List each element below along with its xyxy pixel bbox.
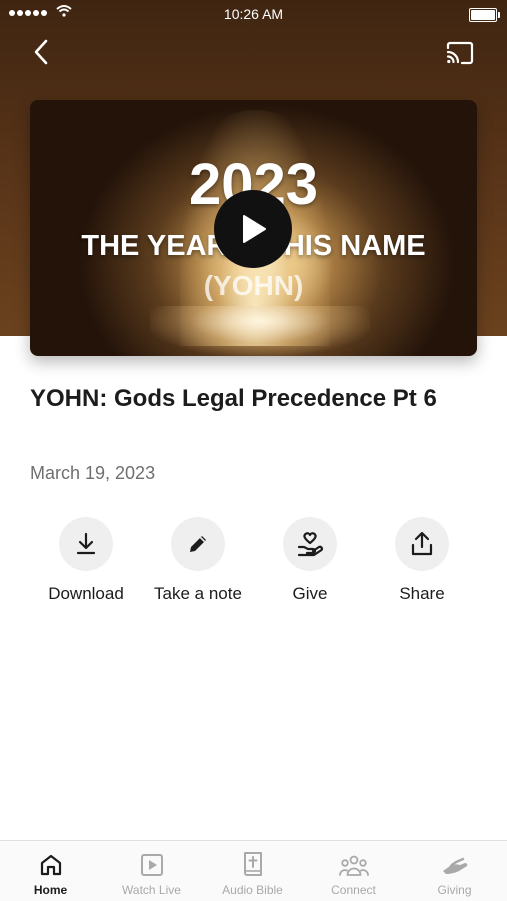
- tab-watch-live[interactable]: Watch Live: [101, 841, 202, 901]
- note-icon-circle: [171, 517, 225, 571]
- status-time: 10:26 AM: [223, 6, 284, 22]
- sermon-title: YOHN: Gods Legal Precedence Pt 6: [30, 385, 437, 412]
- download-label: Download: [48, 584, 124, 603]
- heart-hand-icon: [297, 532, 323, 557]
- back-button[interactable]: [26, 36, 56, 68]
- share-label: Share: [399, 584, 445, 603]
- take-a-note-button[interactable]: Take a note: [142, 517, 254, 604]
- download-icon-circle: [59, 517, 113, 571]
- cast-button[interactable]: [443, 38, 477, 68]
- share-icon-circle: [395, 517, 449, 571]
- share-icon: [411, 531, 433, 556]
- cast-icon: [446, 41, 474, 65]
- tab-connect[interactable]: Connect: [303, 841, 404, 901]
- tab-audio-bible[interactable]: Audio Bible: [202, 841, 303, 901]
- video-thumbnail-floor: [150, 306, 370, 356]
- play-square-icon: [140, 854, 163, 876]
- people-icon: [338, 855, 369, 876]
- pencil-icon: [190, 536, 206, 552]
- home-icon: [40, 854, 61, 876]
- download-button[interactable]: Download: [30, 517, 142, 604]
- give-button[interactable]: Give: [254, 517, 366, 604]
- chevron-left-icon: [34, 39, 48, 65]
- play-button[interactable]: [214, 190, 292, 268]
- video-player[interactable]: 2023 THE YEAR OF HIS NAME (YOHN): [30, 100, 477, 356]
- download-icon: [76, 532, 96, 555]
- play-icon: [243, 215, 266, 243]
- give-icon-circle: [283, 517, 337, 571]
- tab-giving-label: Giving: [437, 883, 472, 897]
- tab-home-label: Home: [33, 883, 68, 897]
- take-a-note-label: Take a note: [154, 584, 242, 603]
- status-bar: 10:26 AM: [0, 0, 507, 28]
- share-button[interactable]: Share: [366, 517, 478, 604]
- action-row: Download Take a note Give Share: [30, 517, 478, 607]
- tab-connect-label: Connect: [331, 883, 376, 897]
- tab-home[interactable]: Home: [0, 841, 101, 901]
- battery-icon: [469, 8, 500, 22]
- giving-hand-icon: [442, 857, 467, 874]
- tab-giving[interactable]: Giving: [404, 841, 505, 901]
- tab-watch-live-label: Watch Live: [122, 883, 181, 897]
- sermon-date: March 19, 2023: [30, 463, 156, 483]
- video-title-line2: (YOHN): [203, 270, 304, 301]
- give-label: Give: [292, 584, 328, 603]
- bible-icon: [243, 852, 262, 876]
- tab-bar: Home Watch Live Audio Bible Connect Givi…: [0, 840, 507, 901]
- tab-audio-bible-label: Audio Bible: [222, 883, 283, 897]
